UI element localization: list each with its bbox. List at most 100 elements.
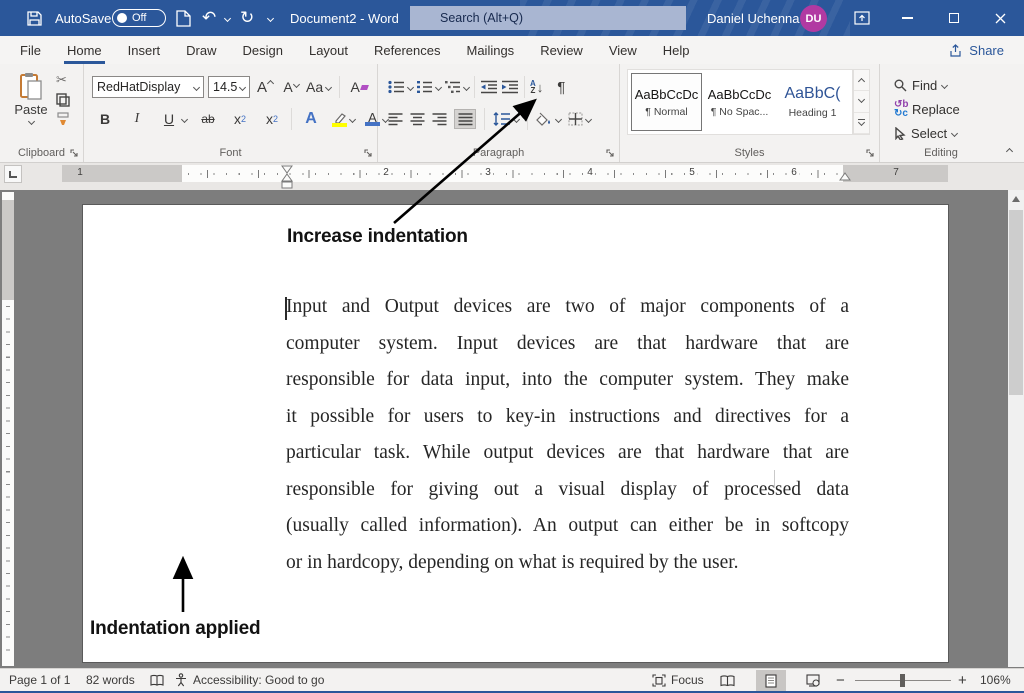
highlight-color-button[interactable] — [332, 108, 355, 130]
select-cursor-icon — [894, 127, 906, 140]
justify-button[interactable] — [454, 109, 476, 129]
styles-gallery-more-icon[interactable] — [854, 113, 869, 134]
word-count[interactable]: 82 words — [86, 669, 135, 691]
shrink-font-button[interactable]: A — [280, 76, 302, 98]
share-button[interactable]: Share — [942, 39, 1012, 62]
styles-scroll-up-icon[interactable] — [854, 70, 869, 91]
styles-dialog-launcher-icon[interactable] — [866, 149, 875, 158]
paste-button[interactable]: Paste — [8, 72, 54, 144]
undo-dropdown-icon[interactable] — [224, 15, 231, 22]
clear-formatting-button[interactable]: A — [348, 76, 370, 98]
show-paragraph-marks-button[interactable]: ¶ — [550, 76, 572, 98]
search-input[interactable] — [410, 6, 686, 30]
change-case-button[interactable]: Aa — [306, 76, 331, 98]
align-left-button[interactable] — [388, 113, 403, 126]
bold-button[interactable]: B — [94, 108, 116, 130]
tab-home[interactable]: Home — [54, 36, 115, 64]
horizontal-ruler[interactable]: 1 2 3 4 5 6 7 — [62, 165, 948, 182]
format-painter-button[interactable] — [56, 112, 70, 126]
page-indicator[interactable]: Page 1 of 1 — [9, 669, 70, 691]
close-button[interactable] — [978, 0, 1022, 36]
account-name[interactable]: Daniel Uchenna — [707, 0, 800, 36]
tab-insert[interactable]: Insert — [115, 36, 174, 64]
bullets-dropdown-icon[interactable] — [407, 83, 414, 90]
copy-button[interactable] — [56, 93, 70, 107]
italic-button[interactable]: I — [126, 108, 148, 130]
redo-button[interactable]: ↻ — [240, 0, 254, 36]
proofing-status-icon[interactable] — [150, 669, 164, 691]
select-button[interactable]: Select — [894, 122, 957, 144]
vertical-scrollbar[interactable] — [1008, 190, 1024, 667]
tab-file[interactable]: File — [7, 36, 54, 64]
cut-button[interactable]: ✂ — [56, 72, 70, 88]
indent-markers[interactable] — [281, 165, 293, 190]
print-layout-button[interactable] — [756, 670, 786, 691]
grow-font-button[interactable]: A — [254, 76, 276, 98]
body-paragraph[interactable]: Input and Output devices are two of majo… — [286, 289, 849, 581]
maximize-button[interactable] — [932, 0, 976, 36]
align-right-button[interactable] — [432, 113, 447, 126]
replace-button[interactable]: ↺b↻c Replace — [894, 98, 960, 120]
text-effects-button[interactable]: A — [300, 108, 322, 130]
increase-indent-button[interactable] — [501, 80, 519, 94]
subscript-button[interactable]: x2 — [229, 108, 251, 130]
zoom-level[interactable]: 106% — [980, 669, 1011, 691]
superscript-button[interactable]: x2 — [261, 108, 283, 130]
accessibility-status[interactable]: Accessibility: Good to go — [174, 669, 324, 691]
tab-references[interactable]: References — [361, 36, 453, 64]
avatar[interactable]: DU — [800, 5, 827, 32]
zoom-slider-thumb[interactable] — [900, 674, 905, 687]
collapse-ribbon-icon[interactable] — [1006, 148, 1013, 155]
zoom-in-button[interactable]: + — [958, 669, 967, 691]
autosave-toggle[interactable]: Off — [112, 9, 166, 27]
bullets-button[interactable] — [388, 80, 405, 94]
read-mode-button[interactable] — [712, 670, 742, 691]
document-page[interactable]: Increase indentation Input and Output de… — [83, 205, 948, 662]
style-normal[interactable]: AaBbCcDc ¶ Normal — [631, 73, 702, 131]
tab-help[interactable]: Help — [650, 36, 703, 64]
tab-mailings[interactable]: Mailings — [454, 36, 528, 64]
tab-review[interactable]: Review — [527, 36, 596, 64]
tab-view[interactable]: View — [596, 36, 650, 64]
find-button[interactable]: Find — [894, 74, 947, 96]
tab-selector-button[interactable] — [4, 165, 22, 183]
font-size-combo[interactable]: 14.5 — [208, 76, 250, 98]
zoom-out-button[interactable]: − — [836, 669, 845, 691]
align-center-button[interactable] — [410, 113, 425, 126]
find-icon — [894, 79, 907, 92]
undo-button[interactable]: ↶ — [202, 0, 216, 36]
minimize-button[interactable] — [885, 0, 929, 36]
underline-dropdown-icon[interactable] — [181, 115, 188, 122]
numbering-button[interactable] — [416, 80, 433, 94]
scroll-up-icon[interactable] — [1008, 190, 1024, 207]
web-layout-button[interactable] — [798, 670, 828, 691]
vertical-ruler[interactable] — [2, 192, 14, 666]
paragraph-dialog-launcher-icon[interactable] — [606, 149, 615, 158]
tab-draw[interactable]: Draw — [173, 36, 229, 64]
style-no-spacing[interactable]: AaBbCcDc ¶ No Spac... — [704, 73, 775, 131]
underline-button[interactable]: U — [158, 108, 180, 130]
font-name-combo[interactable]: RedHatDisplay — [92, 76, 204, 98]
multilevel-list-button[interactable] — [444, 80, 461, 94]
sort-button[interactable]: A Z — [530, 80, 536, 94]
strikethrough-button[interactable]: ab — [197, 108, 219, 130]
tab-layout[interactable]: Layout — [296, 36, 361, 64]
font-dialog-launcher-icon[interactable] — [364, 149, 373, 158]
right-indent-marker[interactable] — [839, 172, 851, 182]
qat-more-commands-icon[interactable] — [267, 15, 274, 22]
decrease-indent-button[interactable] — [480, 80, 498, 94]
focus-mode-button[interactable]: Focus — [652, 669, 704, 691]
new-document-icon[interactable] — [176, 0, 191, 36]
borders-button[interactable] — [568, 112, 591, 126]
shading-button[interactable] — [536, 112, 561, 126]
tab-design[interactable]: Design — [230, 36, 296, 64]
line-spacing-button[interactable] — [493, 112, 519, 126]
numbering-dropdown-icon[interactable] — [435, 83, 442, 90]
multilevel-dropdown-icon[interactable] — [463, 83, 470, 90]
clipboard-dialog-launcher-icon[interactable] — [70, 149, 79, 158]
ribbon-display-options-icon[interactable] — [840, 0, 884, 36]
style-heading1[interactable]: AaBbC( Heading 1 — [777, 73, 848, 131]
save-icon[interactable] — [26, 0, 43, 36]
scrollbar-thumb[interactable] — [1009, 210, 1023, 395]
styles-scroll-down-icon[interactable] — [854, 91, 869, 112]
